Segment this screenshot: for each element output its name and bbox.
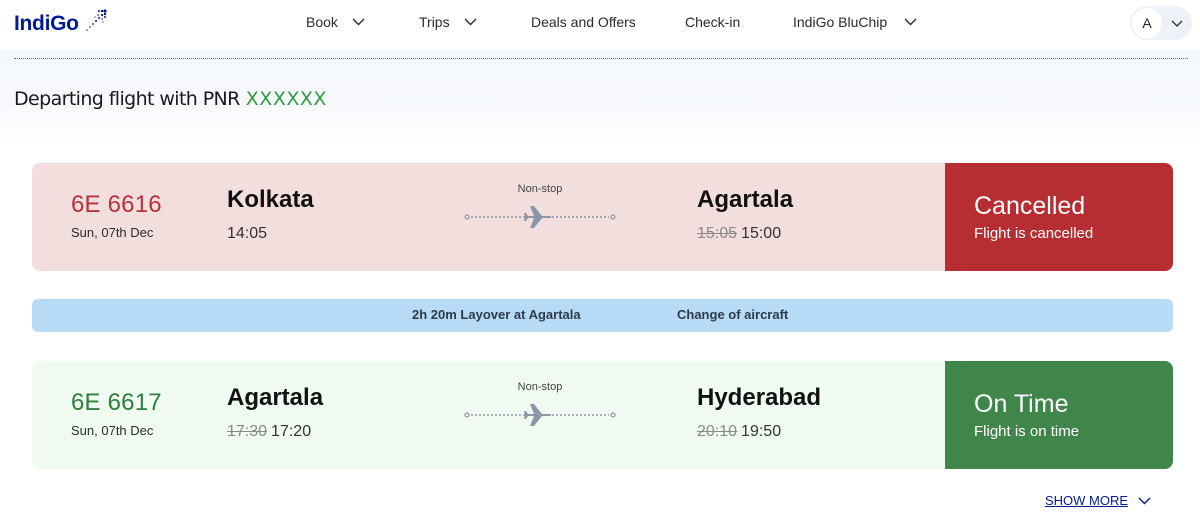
pnr-code: XXXXXX	[245, 88, 327, 110]
status-badge: Cancelled Flight is cancelled	[945, 163, 1173, 271]
divider	[14, 58, 1188, 59]
arrival-time: 15:05 15:00	[697, 225, 781, 243]
arrival-time-original: 15:05	[697, 225, 738, 242]
status-badge: On Time Flight is on time	[945, 361, 1173, 469]
departure-time-new: 14:05	[227, 225, 268, 242]
departure-time-new: 17:20	[271, 423, 312, 440]
top-header: IndiGo Book Trips Deals and Offers Check…	[0, 0, 1200, 50]
origin-city: Kolkata	[227, 186, 314, 213]
pnr-heading-text: Departing flight with PNR	[14, 88, 240, 110]
flight-date: Sun, 07th Dec	[71, 225, 154, 240]
layover-duration: 2h 20m Layover at Agartala	[412, 307, 581, 322]
nav-bluchip[interactable]: IndiGo BluChip	[793, 14, 917, 30]
show-more-button[interactable]: SHOW MORE	[1045, 493, 1151, 508]
stops-label: Non-stop	[517, 381, 563, 393]
plane-icon	[464, 206, 616, 228]
nav-deals-label: Deals and Offers	[531, 14, 636, 30]
plane-icon	[464, 404, 616, 426]
account-menu[interactable]: A	[1130, 6, 1192, 40]
nav-check-in[interactable]: Check-in	[685, 14, 740, 30]
arrival-time: 20:10 19:50	[697, 423, 781, 441]
main-nav: Book Trips Deals and Offers Check-in Ind…	[0, 0, 1200, 46]
status-title: On Time	[974, 390, 1069, 418]
flight-number: 6E 6616	[71, 191, 162, 218]
status-detail: Flight is cancelled	[974, 225, 1094, 242]
flight-number: 6E 6617	[71, 389, 162, 416]
departure-time: 14:05	[227, 225, 267, 243]
status-detail: Flight is on time	[974, 423, 1080, 440]
nav-deals-and-offers[interactable]: Deals and Offers	[531, 14, 636, 30]
nav-trips[interactable]: Trips	[419, 14, 477, 30]
arrival-time-new: 15:00	[741, 225, 782, 242]
chevron-down-icon	[904, 18, 917, 26]
nav-book-label: Book	[306, 14, 338, 30]
status-title: Cancelled	[974, 192, 1086, 220]
departure-time: 17:30 17:20	[227, 423, 311, 441]
chevron-down-icon	[1138, 497, 1151, 504]
flight-card-2: 6E 6617 Sun, 07th Dec Agartala 17:30 17:2…	[32, 361, 1173, 469]
destination-city: Agartala	[697, 186, 794, 213]
chevron-down-icon	[1171, 20, 1183, 27]
route-indicator: Non-stop	[464, 381, 616, 441]
page-title: Departing flight with PNR XXXXXX	[14, 88, 327, 110]
stops-label: Non-stop	[517, 183, 563, 195]
layover-banner: 2h 20m Layover at Agartala Change of air…	[32, 299, 1173, 332]
chevron-down-icon	[352, 18, 365, 26]
flight-date: Sun, 07th Dec	[71, 423, 154, 438]
nav-bluchip-label: IndiGo BluChip	[793, 14, 888, 30]
nav-check-in-label: Check-in	[685, 14, 741, 30]
nav-book[interactable]: Book	[306, 14, 365, 30]
origin-city: Agartala	[227, 384, 324, 411]
show-more-label: SHOW MORE	[1045, 493, 1129, 508]
destination-city: Hyderabad	[697, 384, 822, 411]
nav-trips-label: Trips	[419, 14, 450, 30]
layover-note: Change of aircraft	[677, 307, 789, 322]
chevron-down-icon	[464, 18, 477, 26]
arrival-time-new: 19:50	[741, 423, 782, 440]
route-indicator: Non-stop	[464, 183, 616, 243]
departure-time-original: 17:30	[227, 423, 268, 440]
arrival-time-original: 20:10	[697, 423, 738, 440]
avatar: A	[1132, 8, 1162, 38]
flight-card-1: 6E 6616 Sun, 07th Dec Kolkata 14:05 Non-…	[32, 163, 1173, 271]
